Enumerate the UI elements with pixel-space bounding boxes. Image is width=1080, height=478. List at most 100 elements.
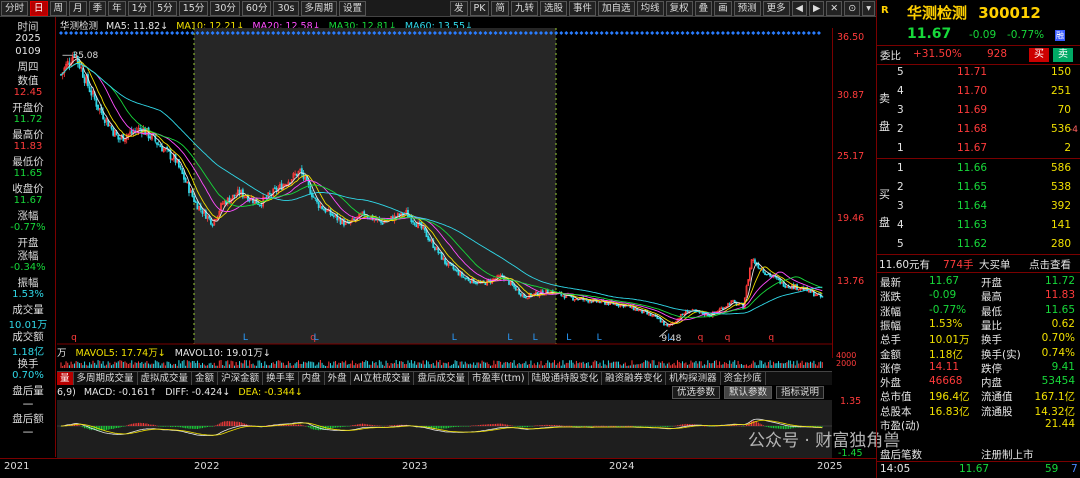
indicator-tab[interactable]: 量 bbox=[57, 372, 74, 385]
sell-button[interactable]: 卖 bbox=[1053, 48, 1073, 62]
stat-label: 量比 bbox=[981, 319, 1002, 332]
signal-diamond bbox=[761, 31, 766, 35]
tool-button[interactable]: 更多 bbox=[762, 0, 790, 16]
period-button[interactable]: 周 bbox=[49, 0, 68, 16]
macd-bar bbox=[439, 426, 441, 429]
indicator-tab[interactable]: 多周期成交量 bbox=[74, 372, 138, 385]
window-control-icon[interactable]: ▶ bbox=[808, 0, 825, 16]
macd-bar bbox=[582, 426, 584, 427]
period-button[interactable]: 30s bbox=[273, 0, 299, 16]
period-button[interactable]: 60分 bbox=[241, 0, 272, 16]
bid-row[interactable]: 2 11.65 538 bbox=[877, 181, 1080, 197]
window-control-icon[interactable]: ▾ bbox=[862, 0, 875, 16]
tool-button[interactable]: 预测 bbox=[733, 0, 761, 16]
bid-row[interactable]: 3 11.64 392 bbox=[877, 200, 1080, 216]
buy-button[interactable]: 买 bbox=[1029, 48, 1049, 62]
indicator-tab[interactable]: 陆股通持股变化 bbox=[529, 372, 603, 385]
indicator-tab[interactable]: AI立桩成交量 bbox=[351, 372, 415, 385]
volume-bar bbox=[410, 360, 412, 368]
tool-button[interactable]: 均线 bbox=[636, 0, 664, 16]
default-params-button[interactable]: 默认参数 bbox=[724, 386, 773, 399]
period-button[interactable]: 30分 bbox=[210, 0, 240, 16]
ask-row[interactable]: 3 11.69 70 bbox=[877, 104, 1080, 120]
volume-bar bbox=[308, 361, 310, 368]
macd-bar bbox=[550, 424, 552, 426]
macd-bar bbox=[604, 425, 606, 427]
period-button[interactable]: 月 bbox=[69, 0, 87, 16]
indicator-tab[interactable]: 外盘 bbox=[325, 372, 351, 385]
macd-bar bbox=[444, 426, 446, 429]
tool-button[interactable]: 简 bbox=[491, 0, 509, 16]
bid-row[interactable]: 1 11.66 586 bbox=[877, 162, 1080, 178]
volume-bar bbox=[217, 365, 219, 368]
candle-body bbox=[112, 128, 115, 136]
window-control-icon[interactable]: ◀ bbox=[791, 0, 807, 16]
signal-diamond bbox=[89, 31, 94, 35]
ask-row[interactable]: 4 11.70 251 bbox=[877, 85, 1080, 101]
signal-diamond bbox=[816, 31, 821, 35]
period-button[interactable]: 15分 bbox=[178, 0, 209, 16]
volume-bar bbox=[346, 364, 348, 368]
period-button[interactable]: 季 bbox=[88, 0, 107, 16]
tool-button[interactable]: 选股 bbox=[540, 0, 568, 16]
period-button[interactable]: 设置 bbox=[339, 0, 367, 16]
period-button[interactable]: 多周期 bbox=[300, 0, 338, 16]
macd-bar bbox=[656, 426, 658, 427]
volume-bar bbox=[520, 364, 522, 368]
tool-button[interactable]: 发 bbox=[450, 0, 468, 16]
macd-bar bbox=[207, 426, 209, 428]
ask-row[interactable]: 1 11.67 2 bbox=[877, 142, 1080, 158]
stock-title: 华测检测 300012 bbox=[907, 2, 1041, 23]
volume-bar bbox=[399, 361, 401, 368]
macd-bar bbox=[474, 425, 476, 426]
volume-bar bbox=[552, 362, 554, 368]
volume-bar bbox=[484, 362, 486, 368]
macd-bar bbox=[372, 425, 374, 426]
candle-body bbox=[467, 278, 470, 281]
indicator-tab[interactable]: 换手率 bbox=[263, 372, 299, 385]
period-button[interactable]: 分时 bbox=[1, 0, 29, 16]
order-volume: 150 bbox=[1050, 66, 1071, 78]
indicator-tab[interactable]: 内盘 bbox=[299, 372, 325, 385]
indicator-tab[interactable]: 金额 bbox=[192, 372, 219, 385]
volume-bar bbox=[119, 360, 121, 368]
optimal-params-button[interactable]: 优选参数 bbox=[672, 386, 721, 399]
tool-button[interactable]: PK bbox=[469, 0, 490, 16]
candle-body bbox=[563, 295, 566, 299]
indicator-help-button[interactable]: 指标说明 bbox=[776, 386, 825, 399]
ask-row[interactable]: 5 11.71 150 bbox=[877, 66, 1080, 82]
period-button[interactable]: 日 bbox=[30, 0, 48, 16]
tool-button[interactable]: 叠 bbox=[694, 0, 713, 16]
volume-bar bbox=[508, 363, 510, 368]
indicator-tab[interactable]: 融资融券变化 bbox=[602, 372, 667, 385]
tool-button[interactable]: 复权 bbox=[665, 0, 693, 16]
tool-button[interactable]: 事件 bbox=[569, 0, 597, 16]
indicator-tab[interactable]: 沪深金额 bbox=[218, 372, 264, 385]
big-order-label: 大买单 bbox=[979, 259, 1011, 271]
indicator-tab[interactable]: 机构探测器 bbox=[666, 372, 721, 385]
volume-bar bbox=[102, 361, 104, 368]
macd-bar bbox=[304, 425, 306, 427]
window-control-icon[interactable]: ⊙ bbox=[844, 0, 861, 16]
tool-button[interactable]: 九转 bbox=[511, 0, 539, 16]
window-control-icon[interactable]: ✕ bbox=[826, 0, 843, 16]
indicator-tab[interactable]: 虚拟成交量 bbox=[138, 372, 193, 385]
indicator-tab[interactable]: 资金抄底 bbox=[721, 372, 766, 385]
tool-button[interactable]: 画 bbox=[714, 0, 732, 16]
big-order-link[interactable]: 点击查看 bbox=[1029, 257, 1071, 272]
volume-bar bbox=[586, 363, 588, 368]
volume-bar bbox=[95, 364, 97, 368]
indicator-tab[interactable]: 市盈率(ttm) bbox=[469, 372, 529, 385]
stat-value: 10.01万 bbox=[929, 334, 970, 347]
signal-diamond bbox=[685, 31, 690, 35]
period-button[interactable]: 5分 bbox=[153, 0, 177, 16]
period-button[interactable]: 年 bbox=[108, 0, 126, 16]
big-order-row[interactable]: 11.60元有 774手 大买单 点击查看 bbox=[877, 257, 1080, 273]
tool-button[interactable]: 加自选 bbox=[598, 0, 635, 16]
bid-row[interactable]: 4 11.63 141 bbox=[877, 219, 1080, 235]
ask-row[interactable]: 2 11.68 536 bbox=[877, 123, 1080, 139]
period-button[interactable]: 1分 bbox=[127, 0, 152, 16]
indicator-tab[interactable]: 盘后成交量 bbox=[414, 372, 469, 385]
bid-row[interactable]: 5 11.62 280 bbox=[877, 238, 1080, 254]
order-price: 11.65 bbox=[957, 181, 988, 193]
